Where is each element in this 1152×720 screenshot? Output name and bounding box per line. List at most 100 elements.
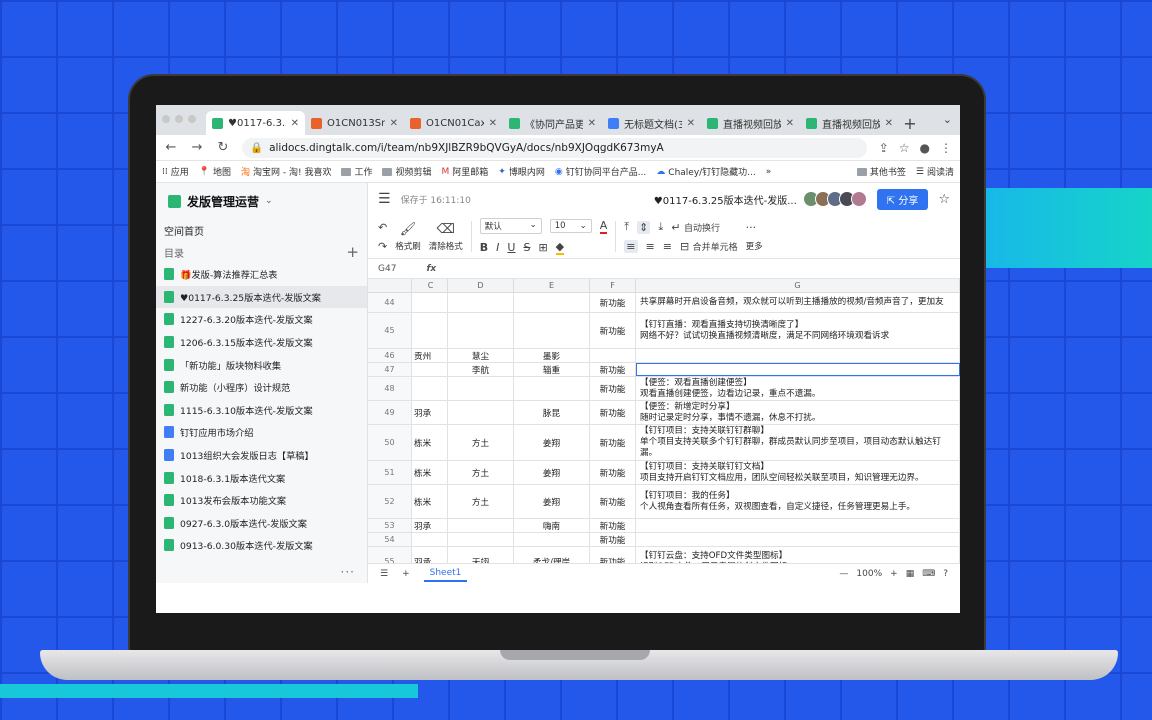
forward-icon[interactable]: →	[190, 140, 204, 155]
row-number[interactable]: 54	[368, 533, 412, 546]
cell-c[interactable]: 栋米	[412, 461, 448, 484]
cell-e[interactable]	[514, 313, 590, 348]
cell-f[interactable]: 新功能	[590, 485, 636, 518]
zoom-out-icon[interactable]: —	[839, 569, 848, 579]
cell-c[interactable]: 栋米	[412, 425, 448, 460]
border-icon[interactable]: ⊞	[538, 241, 547, 254]
cell-d[interactable]: 李航	[448, 363, 514, 376]
cell-d[interactable]: 方土	[448, 425, 514, 460]
row-number[interactable]: 47	[368, 363, 412, 376]
row-number[interactable]: 51	[368, 461, 412, 484]
row-number[interactable]: 50	[368, 425, 412, 460]
cell-g[interactable]	[636, 349, 960, 362]
sidebar-item[interactable]: 0913-6.0.30版本迭代-发版文案	[156, 534, 367, 557]
cell-d[interactable]	[448, 377, 514, 400]
sidebar-item[interactable]: 🎁发版-算法推荐汇总表	[156, 263, 367, 286]
cell-c[interactable]	[412, 377, 448, 400]
browser-tab[interactable]: ♥0117-6.3.2 ✕	[206, 111, 305, 135]
url-field[interactable]: 🔒 alidocs.dingtalk.com/i/team/nb9XJlBZR9…	[242, 137, 867, 158]
max-dot[interactable]	[188, 115, 196, 123]
bookmark-star-icon[interactable]: ☆	[899, 141, 910, 155]
cell-g[interactable]: 【钉钉项目：支持关联钉钉文档】 项目支持开启钉钉文档应用，团队空间轻松关联至项目，…	[636, 461, 960, 484]
cell-c[interactable]	[412, 533, 448, 546]
bookmark-reading-list[interactable]: ☰ 阅读清	[916, 165, 954, 179]
align-middle-icon[interactable]: ⇕	[637, 220, 651, 234]
cell-f[interactable]: 新功能	[590, 363, 636, 376]
sidebar-item[interactable]: 0927-6.3.0版本迭代-发版文案	[156, 512, 367, 535]
more-icon[interactable]: ···	[746, 221, 763, 234]
bookmark-work[interactable]: 工作	[341, 165, 372, 178]
cell-f[interactable]: 新功能	[590, 313, 636, 348]
menu-icon[interactable]: ☰	[378, 191, 391, 207]
font-select[interactable]: 默认 ⌄	[479, 218, 542, 234]
cell-g[interactable]: 【便签：新增定时分享】 随时记录定时分享，事情不遗漏，休息不打扰。	[636, 401, 960, 424]
cell-c[interactable]: 羽承	[412, 401, 448, 424]
close-icon[interactable]: ✕	[687, 118, 695, 129]
clear-format-button[interactable]: ⌫ 清除格式	[429, 215, 463, 258]
align-left-icon[interactable]: ≡	[624, 240, 638, 253]
cell-g[interactable]: 【钉钉项目：我的任务】 个人视角查看所有任务，双视图查看，自定义捷径，任务管理更易…	[636, 485, 960, 518]
cell-c[interactable]: 栋米	[412, 485, 448, 518]
cell-c[interactable]: 贡州	[412, 349, 448, 362]
sheet-tab[interactable]: Sheet1	[423, 566, 468, 582]
cell-f[interactable]: 新功能	[590, 401, 636, 424]
row-number[interactable]: 53	[368, 519, 412, 532]
font-size-select[interactable]: 10 ⌄	[549, 219, 592, 233]
bookmarks-overflow[interactable]: »	[766, 167, 772, 177]
back-icon[interactable]: ←	[164, 140, 178, 155]
cell-g[interactable]: 【便签：观看直播创建便签】 观看直播创建便签，边看边记录，重点不遗漏。	[636, 377, 960, 400]
add-doc-icon[interactable]: +	[346, 243, 359, 261]
cell-g[interactable]	[636, 519, 960, 532]
cell-c[interactable]	[412, 313, 448, 348]
cell-f[interactable]: 新功能	[590, 519, 636, 532]
sidebar-item[interactable]: 1013发布会版本功能文案	[156, 489, 367, 512]
undo-icon[interactable]: ↶	[378, 221, 387, 234]
browser-tab[interactable]: 无标题文档(3) ✕	[602, 111, 701, 135]
collaborator-avatars[interactable]	[802, 191, 867, 207]
row-number[interactable]: 48	[368, 377, 412, 400]
new-tab-button[interactable]: +	[899, 111, 921, 135]
cell-d[interactable]	[448, 313, 514, 348]
sheet-list-icon[interactable]: ☰	[380, 569, 388, 579]
cell-g[interactable]: 【钉钉直播：观看直播支持切换清晰度了】 网络不好？试试切换直播视频清晰度，满足不同…	[636, 313, 960, 348]
cell-e[interactable]: 姜翔	[514, 461, 590, 484]
doc-title[interactable]: ♥0117-6.3.25版本迭代-发版...	[654, 192, 797, 207]
row-number[interactable]: 46	[368, 349, 412, 362]
cell-c[interactable]	[412, 293, 448, 312]
cell-d[interactable]	[448, 293, 514, 312]
close-icon[interactable]: ✕	[489, 118, 497, 129]
close-icon[interactable]: ✕	[390, 118, 398, 129]
cell-g[interactable]	[636, 533, 960, 546]
zoom-level[interactable]: 100%	[856, 569, 882, 579]
row-number[interactable]: 52	[368, 485, 412, 518]
share-button[interactable]: ⇱ 分享	[876, 188, 929, 210]
bookmark-chaley[interactable]: ☁ Chaley/钉钉隐藏功...	[656, 165, 755, 179]
bookmark-video-edit[interactable]: 视频剪辑	[382, 165, 431, 178]
space-header[interactable]: 发版管理运营 ⌄	[156, 183, 367, 219]
italic-icon[interactable]: I	[496, 241, 499, 254]
cell-f[interactable]: 新功能	[590, 425, 636, 460]
sidebar-item[interactable]: 新功能（小程序）设计规范	[156, 376, 367, 399]
cell-g[interactable]: 共享屏幕时开启设备音频，观众就可以听到主播播放的视频/音频声音了，更加友	[636, 293, 960, 312]
column-header-e[interactable]: E	[514, 279, 590, 292]
format-painter-button[interactable]: 🖌 格式刷	[395, 215, 421, 258]
cell-g[interactable]	[636, 363, 960, 376]
align-center-icon[interactable]: ≡	[646, 240, 655, 253]
column-header-f[interactable]: F	[590, 279, 636, 292]
bookmark-apps[interactable]: ⁞⁞ 应用	[162, 165, 189, 179]
align-bottom-icon[interactable]: ⤓	[658, 220, 663, 234]
zoom-in-icon[interactable]: +	[890, 569, 898, 579]
cell-f[interactable]	[590, 349, 636, 362]
cell-e[interactable]	[514, 377, 590, 400]
add-sheet-icon[interactable]: +	[402, 569, 410, 579]
bookmark-maps[interactable]: 📍 地图	[199, 165, 231, 179]
cell-e[interactable]: 墨影	[514, 349, 590, 362]
column-header-d[interactable]: D	[448, 279, 514, 292]
sidebar-item[interactable]: 1115-6.3.10版本迭代-发版文案	[156, 399, 367, 422]
row-number[interactable]: 49	[368, 401, 412, 424]
bold-icon[interactable]: B	[480, 241, 488, 254]
cell-g[interactable]: 【钉钉项目：支持关联钉钉群聊】 单个项目支持关联多个钉钉群聊，群成员默认同步至项目…	[636, 425, 960, 460]
sidebar-item[interactable]: 1227-6.3.20版本迭代-发版文案	[156, 308, 367, 331]
close-icon[interactable]: ✕	[885, 118, 893, 129]
cell-f[interactable]: 新功能	[590, 377, 636, 400]
